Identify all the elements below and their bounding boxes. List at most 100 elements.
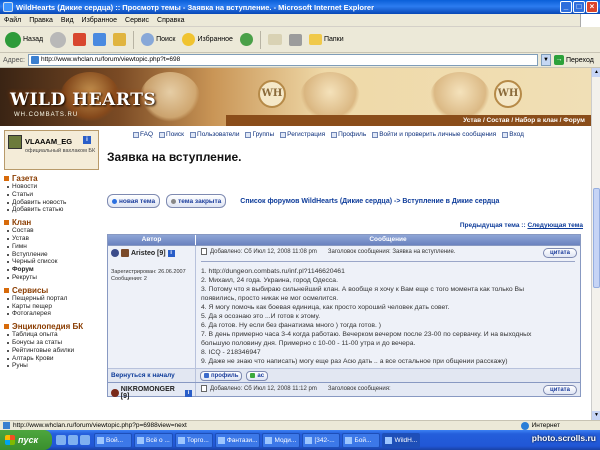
private-messages-link[interactable]: Войти и проверить личные сообщения (372, 130, 496, 140)
forward-button[interactable] (48, 30, 68, 50)
history-button[interactable] (238, 30, 255, 50)
site-logo[interactable]: WILD HEARTS (10, 90, 156, 110)
maximize-button[interactable]: □ (573, 1, 585, 13)
info-icon[interactable]: i (167, 249, 175, 257)
topic-closed-button[interactable]: тема закрыта (166, 194, 227, 208)
post-header: Добавлено: Сб Июл 12, 2008 11:08 pm Заго… (201, 248, 575, 255)
back-to-top-link[interactable]: Вернуться к началу (111, 372, 175, 379)
sidebar-item-runes[interactable]: Руны (4, 362, 99, 370)
quote-button[interactable]: цитата (543, 385, 577, 395)
folders-button[interactable]: Папки (307, 30, 346, 50)
topic-navigation: Предыдущая тема :: Следующая тема (460, 222, 583, 229)
info-icon[interactable]: i (185, 389, 193, 397)
post-author: Aristeo [9] i (111, 249, 192, 257)
sidebar-item-recruits[interactable]: Рекруты (4, 274, 99, 282)
stop-button[interactable] (71, 30, 88, 50)
quote-button[interactable]: цитата (543, 248, 577, 258)
clan-badge-icon (8, 135, 22, 149)
vertical-scrollbar[interactable]: ▲ ▼ (591, 68, 600, 420)
star-icon (182, 33, 196, 46)
sidebar-heading-label: Газета (12, 174, 38, 183)
scroll-up-icon[interactable]: ▲ (592, 68, 600, 77)
previous-topic-link[interactable]: Предыдущая тема (460, 222, 520, 229)
banner-nav: Устав / Состав / Набор в клан / Форум (226, 115, 591, 126)
task-label: Торго... (186, 436, 209, 444)
menu-file[interactable]: Файл (4, 17, 21, 24)
taskbar-item[interactable]: Торго... (174, 432, 213, 448)
post-header: Добавлено: Сб Июл 12, 2008 11:12 pm Заго… (201, 385, 575, 392)
menu-edit[interactable]: Правка (29, 17, 53, 24)
groups-link[interactable]: Группы (245, 130, 274, 140)
favorites-button[interactable]: Избранное (180, 30, 234, 50)
taskbar-item[interactable]: Бой... (342, 432, 381, 448)
menu-tools[interactable]: Сервис (125, 17, 149, 24)
topic-title[interactable]: Заявка на вступление. (107, 150, 587, 164)
sidebar-item-news[interactable]: Новости (4, 183, 99, 191)
close-button[interactable]: × (586, 1, 598, 13)
start-button[interactable]: пуск (0, 430, 52, 450)
taskbar-item[interactable]: [342-... (302, 432, 341, 448)
sidebar-item-cave-portal[interactable]: Пещерный портал (4, 295, 99, 303)
posts-table-header: Автор Сообщение (108, 235, 580, 245)
taskbar-item[interactable]: Моди... (262, 432, 301, 448)
sidebar-item-cave-maps[interactable]: Карты пещер (4, 303, 99, 311)
post-subject: Заголовок сообщения: (327, 385, 391, 392)
search-button[interactable]: Поиск (139, 30, 177, 50)
taskbar-item[interactable]: Вой... (94, 432, 132, 448)
profile-button[interactable]: профиль (200, 370, 243, 381)
scrollbar-thumb[interactable] (593, 188, 600, 288)
quick-launch-icon[interactable] (68, 435, 78, 445)
post-link[interactable]: 1. http://dungeon.combats.ru/inf.pl?1146… (201, 268, 345, 275)
window-title-bar[interactable]: WildHearts (Дикие сердца) :: Просмотр те… (0, 0, 600, 14)
taskbar-item-active[interactable]: WildH... (382, 432, 421, 448)
sidebar-item-anthem[interactable]: Гимн (4, 243, 99, 251)
mail-button[interactable] (266, 30, 284, 50)
quick-launch-icon[interactable] (56, 435, 66, 445)
scroll-down-icon[interactable]: ▼ (592, 411, 600, 420)
search-link[interactable]: Поиск (159, 130, 184, 140)
taskbar-item[interactable]: Всё о ... (134, 432, 173, 448)
new-topic-button[interactable]: новая тема (107, 194, 161, 208)
address-input[interactable]: http://www.whclan.ru/forum/viewtopic.php… (27, 54, 538, 66)
sidebar-item-forum[interactable]: Форум (4, 266, 99, 274)
sidebar-section-clan: Клан Состав Устав Гимн Вступление Черный… (4, 218, 99, 282)
sidebar-item-add-article[interactable]: Добавить статью (4, 206, 99, 214)
task-label: WildH... (394, 436, 418, 444)
breadcrumb[interactable]: Список форумов WildHearts (Дикие сердца)… (240, 198, 499, 205)
author-name[interactable]: Aristeo [9] (131, 250, 166, 257)
sidebar-item-blood-altar[interactable]: Алтарь Крови (4, 355, 99, 363)
author-name[interactable]: NIKROMONGER [9] (121, 386, 183, 400)
go-button[interactable]: → Переход (553, 55, 594, 65)
refresh-button[interactable] (91, 30, 108, 50)
menu-view[interactable]: Вид (61, 17, 74, 24)
icq-button[interactable]: ас (246, 370, 269, 381)
register-link[interactable]: Регистрация (280, 130, 325, 140)
next-topic-link[interactable]: Следующая тема (527, 222, 583, 229)
sidebar-item-exp-table[interactable]: Таблица опыта (4, 331, 99, 339)
sidebar-item-roster[interactable]: Состав (4, 227, 99, 235)
sidebar-item-rating-abilities[interactable]: Рейтинговые абилки (4, 347, 99, 355)
members-link[interactable]: Пользователи (190, 130, 239, 140)
sidebar-item-stat-bonuses[interactable]: Бонусы за статы (4, 339, 99, 347)
print-button[interactable] (287, 30, 304, 50)
post-line: 1. http://dungeon.combats.ru/inf.pl?1146… (201, 267, 575, 276)
minimize-button[interactable]: _ (560, 1, 572, 13)
menu-favorites[interactable]: Избранное (82, 17, 117, 24)
address-dropdown-icon[interactable]: ▼ (540, 54, 551, 66)
messages-icon (372, 132, 379, 138)
back-button[interactable]: Назад (3, 30, 45, 50)
faq-link[interactable]: FAQ (133, 130, 153, 140)
profile-link[interactable]: Профиль (331, 130, 366, 140)
task-icon (345, 436, 353, 444)
info-icon[interactable]: i (83, 136, 91, 144)
banner-nav-links[interactable]: Устав / Состав / Набор в клан / Форум (463, 117, 585, 124)
home-button[interactable] (111, 30, 128, 50)
sidebar-item-photo-gallery[interactable]: Фотогалерея (4, 310, 99, 318)
sidebar-item-charter[interactable]: Устав (4, 235, 99, 243)
sidebar-item-articles[interactable]: Статьи (4, 191, 99, 199)
login-link[interactable]: Вход (502, 130, 524, 140)
sidebar-item-blacklist[interactable]: Черный список (4, 258, 99, 266)
quick-launch-icon[interactable] (80, 435, 90, 445)
menu-help[interactable]: Справка (157, 17, 184, 24)
taskbar-item[interactable]: Фантази... (214, 432, 261, 448)
